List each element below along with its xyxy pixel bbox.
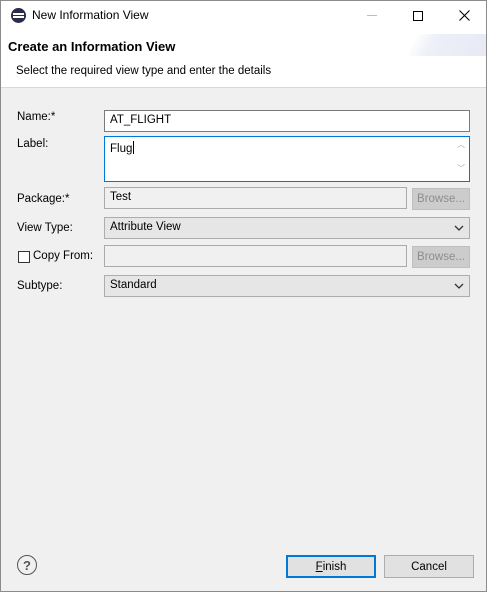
chevron-down-icon	[454, 283, 464, 289]
form-area: Name:* AT_FLIGHT Label: Flug ︿ ﹀ Package…	[1, 89, 486, 544]
header-banner: Create an Information View Select the re…	[1, 30, 486, 88]
package-field: Test	[104, 187, 407, 209]
view-type-value: Attribute View	[110, 221, 181, 233]
label-textarea[interactable]: Flug ︿ ﹀	[104, 136, 470, 182]
window-title: New Information View	[32, 8, 149, 22]
copy-from-checkbox[interactable]	[18, 251, 30, 263]
close-button[interactable]	[441, 1, 487, 30]
subtype-value: Standard	[110, 279, 157, 291]
maximize-icon	[413, 10, 423, 21]
help-icon[interactable]: ?	[17, 555, 37, 575]
maximize-button[interactable]	[395, 1, 441, 30]
view-type-select[interactable]: Attribute View	[104, 217, 470, 239]
dialog-window: New Information View Create an Informati…	[0, 0, 487, 592]
scroll-down-icon: ﹀	[457, 164, 465, 173]
dialog-footer: ? Finish Cancel	[1, 544, 486, 591]
eclipse-app-icon	[11, 8, 26, 23]
chevron-down-icon	[454, 225, 464, 231]
text-caret	[133, 141, 135, 154]
name-label: Name:*	[17, 111, 56, 123]
view-type-label: View Type:	[17, 222, 73, 234]
label-label: Label:	[17, 138, 49, 150]
name-input[interactable]: AT_FLIGHT	[104, 110, 470, 132]
finish-mnemonic: F	[315, 560, 323, 573]
minimize-icon	[367, 15, 377, 16]
copy-from-browse-button[interactable]: Browse...	[412, 246, 470, 268]
banner-graphic	[407, 34, 486, 56]
banner-title: Create an Information View	[8, 39, 176, 54]
finish-label: inish	[322, 560, 347, 573]
scroll-up-icon: ︿	[457, 140, 465, 149]
textarea-scrollbar[interactable]: ︿ ﹀	[456, 140, 466, 178]
copy-from-field	[104, 245, 407, 267]
subtype-select[interactable]: Standard	[104, 275, 470, 297]
finish-button[interactable]: Finish	[286, 555, 376, 578]
minimize-button[interactable]	[349, 1, 395, 30]
copy-from-label: Copy From:	[33, 250, 94, 262]
cancel-button[interactable]: Cancel	[384, 555, 474, 578]
close-icon	[458, 10, 470, 21]
title-bar: New Information View	[1, 1, 486, 30]
package-label: Package:*	[17, 193, 70, 205]
package-browse-button[interactable]: Browse...	[412, 188, 470, 210]
label-textarea-value: Flug	[110, 143, 133, 155]
subtype-label: Subtype:	[17, 280, 63, 292]
banner-subtitle: Select the required view type and enter …	[16, 65, 272, 77]
